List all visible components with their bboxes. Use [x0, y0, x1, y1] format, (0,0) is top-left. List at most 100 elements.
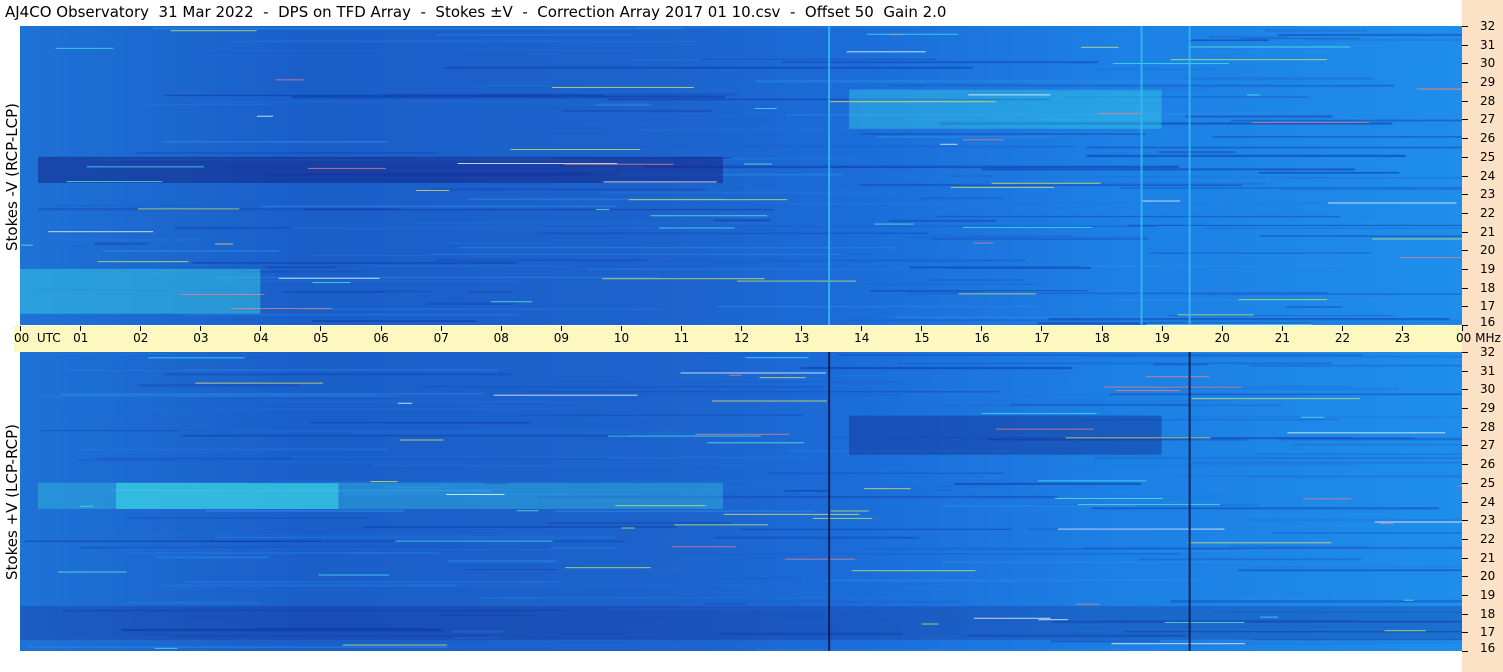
noise-streak	[94, 242, 148, 245]
rfi-speckle	[890, 34, 903, 36]
noise-streak	[106, 534, 609, 536]
rfi-speckle	[595, 209, 610, 211]
rfi-speckle	[342, 644, 447, 646]
rfi-speckle	[308, 167, 386, 169]
rfi-speckle	[1379, 523, 1394, 525]
rfi-speckle	[1098, 112, 1142, 114]
y-tick-label: 19	[1480, 261, 1496, 276]
noise-streak	[247, 356, 522, 358]
noise-streak	[1097, 642, 1462, 644]
noise-streak	[861, 133, 1146, 135]
noise-streak	[377, 394, 902, 397]
y-tick-label: 21	[1480, 550, 1496, 565]
rfi-speckle	[603, 181, 717, 183]
rfi-speckle	[851, 570, 976, 572]
x-tick-label: 15	[914, 331, 930, 345]
bright-band	[38, 482, 723, 509]
y-tick-label: 18	[1480, 280, 1496, 295]
dark-band	[20, 606, 1462, 640]
noise-streak	[1182, 322, 1462, 324]
y-tick-label: 16	[1480, 641, 1496, 655]
noise-streak	[531, 600, 961, 603]
y-tick-mark	[1462, 520, 1468, 522]
noise-streak	[1258, 171, 1400, 174]
noise-streak	[1278, 33, 1462, 37]
y-tick-mark	[1462, 464, 1468, 466]
noise-streak	[1230, 119, 1462, 122]
y-tick-mark	[1462, 306, 1468, 308]
y-tick-label: 20	[1480, 243, 1496, 258]
noise-streak	[1187, 39, 1269, 42]
noise-streak	[102, 249, 279, 252]
noise-streak	[205, 509, 405, 513]
rfi-speckle	[921, 623, 939, 625]
noise-streak	[1272, 532, 1462, 534]
x-tick-label: 11	[673, 331, 690, 345]
y-tick-mark	[1462, 231, 1468, 233]
noise-streak	[379, 381, 902, 383]
y-tick-mark	[1462, 557, 1468, 559]
y-tick-mark	[1462, 194, 1468, 196]
y-tick-label: 29	[1480, 75, 1496, 90]
noise-streak	[180, 429, 635, 433]
x-tick-label: 06	[373, 331, 389, 345]
noise-streak	[265, 266, 337, 268]
noise-streak	[42, 353, 172, 355]
y-tick-mark	[1462, 576, 1468, 578]
noise-streak	[653, 577, 802, 580]
rfi-speckle	[973, 617, 1051, 619]
rfi-speckle	[1251, 121, 1370, 123]
y-tick-mark	[1462, 651, 1468, 652]
rfi-speckle	[516, 510, 539, 512]
y-tick-mark	[1462, 44, 1468, 46]
rfi-speckle	[723, 513, 860, 515]
noise-streak	[924, 85, 1375, 88]
y-tick-label: 23	[1480, 187, 1496, 202]
noise-streak	[1206, 597, 1462, 600]
rfi-speckle	[1189, 46, 1351, 48]
rfi-speckle	[695, 433, 790, 435]
vertical-feature-line	[1188, 352, 1191, 651]
noise-streak	[714, 536, 920, 539]
y-tick-mark	[1462, 138, 1468, 140]
noise-streak	[1109, 393, 1462, 396]
noise-streak	[444, 66, 973, 69]
heatmap-plot-bottom	[20, 352, 1462, 651]
y-tick-label: 28	[1480, 93, 1496, 108]
spectrogram-stokes-minus-v	[20, 26, 1462, 325]
rfi-speckle	[1103, 386, 1243, 388]
y-tick-mark	[1462, 82, 1468, 84]
rfi-speckle	[744, 163, 772, 165]
y-tick-mark	[1462, 250, 1468, 252]
noise-streak	[260, 205, 617, 208]
noise-streak	[271, 480, 811, 483]
rfi-speckle	[86, 166, 205, 168]
noise-streak	[838, 375, 1074, 377]
rfi-speckle	[1191, 398, 1360, 400]
noise-streak	[78, 448, 389, 451]
rfi-speckle	[973, 242, 994, 244]
noise-streak	[520, 414, 803, 416]
rfi-speckle	[397, 402, 413, 404]
noise-streak	[1255, 453, 1462, 456]
x-tick-label: 12	[734, 331, 750, 345]
noise-streak	[409, 584, 844, 587]
rfi-speckle	[278, 277, 380, 279]
x-tick-label: 05	[313, 331, 329, 345]
y-tick-mark	[1462, 175, 1468, 177]
y-tick-mark	[1462, 408, 1468, 410]
y-tick-mark	[1462, 482, 1468, 484]
rfi-speckle	[490, 301, 533, 303]
rfi-speckle	[1115, 390, 1181, 392]
rfi-speckle	[179, 293, 265, 295]
rfi-speckle	[628, 199, 788, 201]
noise-streak	[897, 362, 1332, 365]
rfi-speckle	[981, 412, 1097, 414]
y-tick-mark	[1462, 632, 1468, 634]
rfi-speckle	[97, 261, 189, 263]
rfi-speckle	[1146, 323, 1312, 325]
x-tick-label: 13	[794, 331, 810, 345]
noise-streak	[712, 262, 756, 265]
noise-streak	[129, 517, 373, 519]
rfi-speckle	[275, 79, 305, 81]
